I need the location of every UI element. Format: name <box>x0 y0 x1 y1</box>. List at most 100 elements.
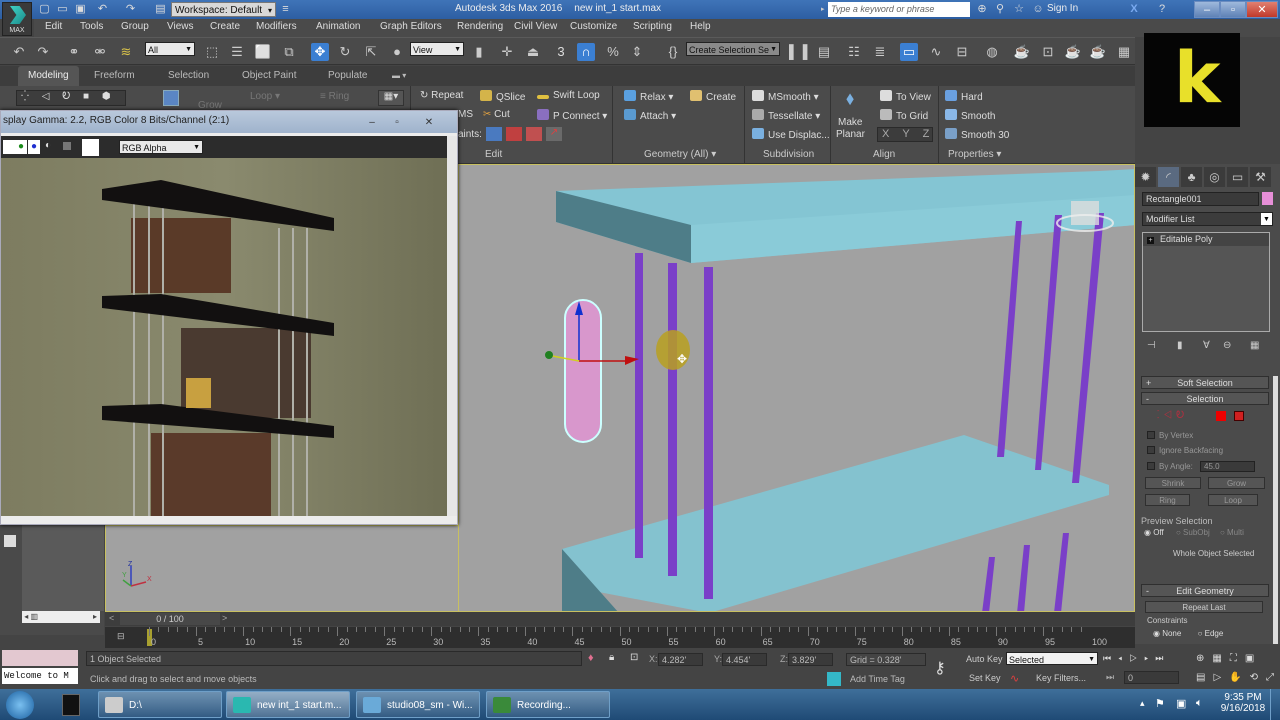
isolate-selection-icon[interactable]: ♦ <box>588 652 594 664</box>
start-button[interactable] <box>6 691 34 719</box>
stack-item-editable-poly[interactable]: + Editable Poly <box>1143 233 1269 246</box>
angle-snap-icon[interactable]: ∩ <box>577 43 595 61</box>
modify-tab-icon[interactable]: ◜ <box>1158 167 1179 187</box>
blue-channel-toggle[interactable]: ● <box>28 140 40 154</box>
secondary-viewport[interactable]: Z X Y <box>105 525 460 612</box>
edge-icon[interactable]: ◁ <box>42 91 50 102</box>
smooth-button[interactable]: Smooth <box>945 109 995 122</box>
menu-group[interactable]: Group <box>121 21 149 32</box>
prev-frame-button[interactable]: < <box>109 613 114 623</box>
render-production-icon[interactable]: ☕ <box>1064 43 1082 61</box>
taskbar-item-3dsmax[interactable]: new int_1 start.m... <box>226 691 350 718</box>
maximize-viewport-icon[interactable]: ⤢ <box>1266 672 1280 683</box>
horizontal-scrollbar[interactable]: ◂ ▥ ▸ <box>22 611 100 623</box>
perspective-viewport[interactable]: ✥ <box>458 164 1135 612</box>
scene-explorer-icon[interactable]: ☷ <box>845 43 863 61</box>
workspace-dropdown[interactable]: Workspace: Default ▾ <box>171 2 276 17</box>
to-grid-button[interactable]: To Grid <box>880 109 928 122</box>
reference-coordinate-dropdown[interactable]: View ▼ <box>410 42 464 56</box>
menu-customize[interactable]: Customize <box>570 21 617 32</box>
play-icon[interactable]: ▷ <box>1129 653 1144 663</box>
element-icon[interactable]: ⬢ <box>102 91 111 102</box>
display-tab-icon[interactable]: ▭ <box>1227 167 1248 187</box>
time-slider-thumb[interactable]: 0 / 100 <box>120 613 220 625</box>
hard-button[interactable]: Hard <box>945 90 983 103</box>
preview-off-radio[interactable]: ◉ Off <box>1144 528 1164 537</box>
tessellate-button[interactable]: Tessellate ▾ <box>752 109 820 122</box>
preserve-uvs-icon[interactable] <box>163 90 179 106</box>
menu-modifiers[interactable]: Modifiers <box>256 21 297 32</box>
shrink-button[interactable]: Shrink <box>1145 477 1201 489</box>
exchange-apps-icon[interactable]: X <box>1127 3 1141 16</box>
menu-views[interactable]: Views <box>167 21 194 32</box>
properties-group-label[interactable]: Properties ▾ <box>948 149 1001 160</box>
constraint-normal-button[interactable]: ↗ <box>546 127 562 141</box>
menu-tools[interactable]: Tools <box>80 21 103 32</box>
by-vertex-checkbox[interactable]: By Vertex <box>1147 431 1193 440</box>
expand-icon[interactable]: + <box>1147 237 1154 244</box>
add-time-tag[interactable]: Add Time Tag <box>850 674 905 684</box>
hierarchy-tab-icon[interactable]: ♣ <box>1181 167 1202 187</box>
set-key-icon[interactable]: ∿ <box>1010 672 1019 685</box>
polygon-mode-icon[interactable] <box>1216 411 1226 421</box>
tab-populate[interactable]: Populate <box>318 66 377 86</box>
listener-output[interactable]: Welcome to M <box>2 668 78 684</box>
selection-filter-dropdown[interactable]: All ▼ <box>145 42 195 56</box>
lock-selection-dropdown[interactable]: ▦▾ <box>378 90 404 106</box>
constraint-edge-radio[interactable]: ○ Edge <box>1198 629 1224 638</box>
go-to-end-icon[interactable]: ⏭ <box>1155 653 1170 663</box>
zoom-all-icon[interactable]: ▦ <box>1212 653 1229 664</box>
user-icon[interactable]: ☺ <box>1031 3 1045 16</box>
utilities-tab-icon[interactable]: ⚒ <box>1250 167 1271 187</box>
use-displacement-button[interactable]: Use Displac... <box>752 128 830 141</box>
configure-modifier-sets-icon[interactable]: ▦ <box>1250 340 1259 351</box>
bind-space-warp-icon[interactable]: ≋ <box>117 43 135 61</box>
network-icon[interactable]: ▣ <box>1176 697 1186 710</box>
align-icon[interactable]: ▤ <box>815 43 833 61</box>
viewcube[interactable] <box>1071 201 1099 225</box>
save-icon[interactable]: ▣ <box>74 3 87 16</box>
named-selection-dropdown[interactable]: Create Selection Se ▼ <box>686 42 780 56</box>
create-tab-icon[interactable]: ✹ <box>1135 167 1156 187</box>
key-mode-toggle-icon[interactable]: ⏭ <box>1106 672 1114 683</box>
show-desktop-button[interactable] <box>1270 689 1280 720</box>
binoculars-icon[interactable]: ⊕ <box>975 3 989 16</box>
link-icon[interactable]: ⚭ <box>65 43 83 61</box>
element-mode-icon[interactable] <box>1234 411 1244 421</box>
menu-edit[interactable]: Edit <box>45 21 62 32</box>
redo-icon[interactable]: ↷ <box>34 43 52 61</box>
auto-key-button[interactable]: Auto Key <box>966 654 1003 664</box>
fb-minimize-button[interactable]: – <box>362 113 382 128</box>
minimize-button[interactable]: – <box>1194 1 1220 18</box>
polygon-icon[interactable]: ■ <box>83 91 89 102</box>
preview-subobj-radio[interactable]: ○ SubObj <box>1176 528 1210 537</box>
default-in-out-tangent-key-icon[interactable]: ⚷ <box>934 658 946 678</box>
selection-rollout[interactable]: - Selection <box>1141 392 1269 405</box>
make-unique-icon[interactable]: ∀ <box>1203 340 1210 351</box>
repeat-last-button[interactable]: Repeat Last <box>1145 601 1263 613</box>
clear-color-swatch[interactable] <box>82 139 99 156</box>
zoom-extents-icon[interactable]: ⛶ <box>1230 653 1245 664</box>
menu-graph-editors[interactable]: Graph Editors <box>380 21 442 32</box>
geometry-group-label[interactable]: Geometry (All) ▾ <box>644 149 716 160</box>
remove-modifier-icon[interactable]: ⊖ <box>1223 340 1231 351</box>
current-frame-field[interactable]: 0 <box>1124 671 1179 684</box>
selected-object-rectangle001[interactable] <box>564 299 602 443</box>
curve-editor-icon[interactable]: ∿ <box>927 43 945 61</box>
motion-tab-icon[interactable]: ◎ <box>1204 167 1225 187</box>
orbit-icon[interactable]: ⟲ <box>1250 672 1266 683</box>
project-folder-icon[interactable]: ▤ <box>154 3 167 16</box>
object-name-field[interactable]: Rectangle001 <box>1142 192 1259 206</box>
tab-modeling[interactable]: Modeling <box>18 66 79 86</box>
smooth30-button[interactable]: Smooth 30 <box>945 128 1009 141</box>
preview-multi-radio[interactable]: ○ Multi <box>1220 528 1244 537</box>
green-channel-toggle[interactable]: ● <box>15 140 27 154</box>
repeat-button[interactable]: ↻ Repeat <box>420 90 463 101</box>
select-manipulate-icon[interactable]: ✛ <box>498 43 516 61</box>
clock[interactable]: 9:35 PM 9/16/2018 <box>1220 692 1266 714</box>
panel-icon[interactable] <box>4 535 16 547</box>
channel-display-dropdown[interactable]: RGB Alpha ▼ <box>119 140 203 154</box>
to-view-button[interactable]: To View <box>880 90 931 103</box>
menu-civil-view[interactable]: Civil View <box>514 21 557 32</box>
search-expand-icon[interactable]: ▸ <box>821 5 825 13</box>
